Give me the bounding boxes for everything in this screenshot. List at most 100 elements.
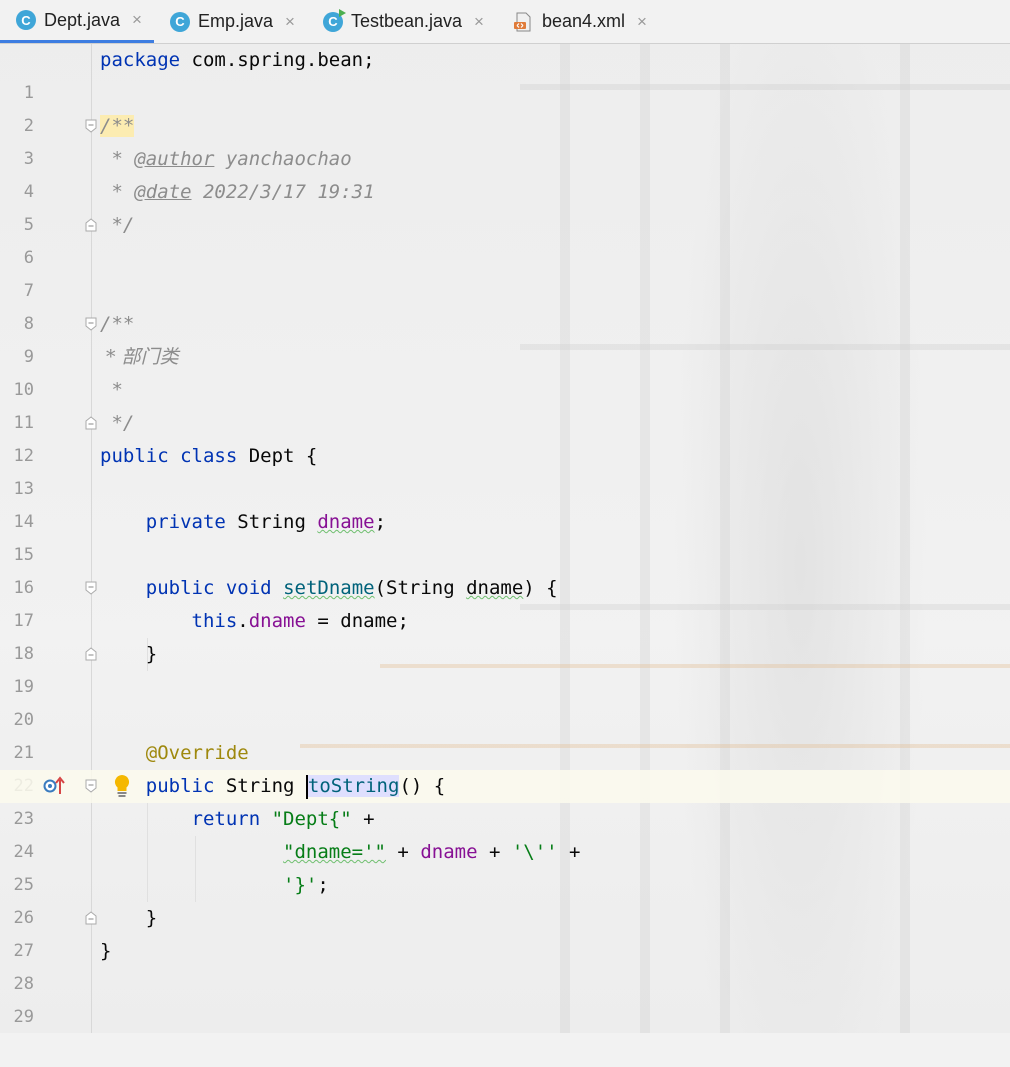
fold-end-icon[interactable] bbox=[85, 911, 97, 925]
annotation-override: @Override bbox=[145, 742, 249, 764]
concat-operator: + bbox=[557, 841, 581, 863]
field-dname[interactable]: dname bbox=[317, 511, 374, 533]
overrides-method-icon[interactable] bbox=[42, 775, 68, 797]
code-line[interactable]: 17 public void setDname(String dname) { bbox=[0, 572, 1010, 631]
concat-operator: + bbox=[351, 808, 375, 830]
code-line[interactable]: 25 "dname='" + dname + '\'' + bbox=[0, 836, 1010, 895]
fold-collapse-icon[interactable] bbox=[85, 581, 97, 595]
assignment: = dname; bbox=[305, 610, 409, 632]
javadoc-tag-author: @author bbox=[134, 148, 215, 170]
closing-brace: } bbox=[100, 907, 158, 929]
semicolon: ; bbox=[317, 874, 329, 896]
code-line[interactable]: 16 bbox=[0, 539, 1010, 598]
tab-testbean-java[interactable]: C Testbean.java × bbox=[307, 0, 496, 43]
code-line[interactable]: 10 * 部门类 bbox=[0, 341, 1010, 400]
tab-emp-java[interactable]: C Emp.java × bbox=[154, 0, 307, 43]
code-line[interactable]: 6 */ bbox=[0, 209, 1010, 268]
override-gutter-marker[interactable] bbox=[42, 775, 68, 797]
tab-label: Emp.java bbox=[197, 11, 274, 31]
code-line[interactable]: 12 */ bbox=[0, 407, 1010, 466]
close-icon[interactable]: × bbox=[285, 12, 295, 32]
code-line[interactable]: 3 /** bbox=[0, 110, 1010, 169]
code-line[interactable]: 9 /** bbox=[0, 308, 1010, 367]
method-tostring[interactable]: toString bbox=[307, 775, 400, 797]
code-line[interactable]: 13 public class Dept { bbox=[0, 440, 1010, 499]
keyword-public-class: public class bbox=[100, 445, 238, 467]
code-line[interactable]: 28 } bbox=[0, 935, 1010, 994]
tab-label: Dept.java bbox=[44, 9, 121, 30]
code-line[interactable]: 15 private String dname; bbox=[0, 506, 1010, 565]
char-literal: '\'' bbox=[511, 841, 558, 863]
code-line[interactable]: 18 this.dname = dname; bbox=[0, 605, 1010, 664]
concat-operator: + bbox=[477, 841, 512, 863]
code-line[interactable]: 4 * @author yanchaochao bbox=[0, 143, 1010, 202]
comment-line: * bbox=[100, 379, 123, 401]
fold-end-icon[interactable] bbox=[85, 218, 97, 232]
class-icon: C bbox=[16, 10, 36, 30]
code-line[interactable]: 1 package com.spring.bean; bbox=[0, 44, 1010, 103]
javadoc-open: /** bbox=[100, 115, 135, 137]
param-open: (String bbox=[374, 577, 467, 599]
code-line[interactable]: 7 bbox=[0, 242, 1010, 301]
runnable-class-icon: C bbox=[322, 8, 346, 32]
code-line[interactable]: 29 bbox=[0, 968, 1010, 1027]
close-icon[interactable]: × bbox=[474, 12, 484, 32]
code-line[interactable]: 26 '}'; bbox=[0, 869, 1010, 928]
code-line[interactable]: 8 bbox=[0, 275, 1010, 334]
class-declaration: Dept { bbox=[237, 445, 318, 467]
code-line[interactable]: 5 * @date 2022/3/17 19:31 bbox=[0, 176, 1010, 235]
package-name: com.spring.bean; bbox=[180, 49, 375, 71]
class-description-comment: * 部门类 bbox=[100, 346, 179, 368]
line-number: 29 bbox=[13, 1007, 34, 1027]
javadoc-close: */ bbox=[100, 214, 135, 236]
method-signature-end: () { bbox=[399, 775, 446, 797]
keyword-private: private bbox=[145, 511, 226, 533]
fold-end-icon[interactable] bbox=[85, 416, 97, 430]
type-string: String bbox=[214, 775, 306, 797]
code-line[interactable]: 22 @Override bbox=[0, 737, 1010, 796]
keyword-public-void: public void bbox=[145, 577, 272, 599]
tab-dept-java[interactable]: C Dept.java × bbox=[0, 0, 154, 43]
string-literal: "dname='" bbox=[283, 841, 386, 863]
code-line[interactable]: 11 * bbox=[0, 374, 1010, 433]
param-dname: dname bbox=[466, 577, 524, 599]
concat-operator: + bbox=[385, 841, 421, 863]
code-line[interactable]: 24 return "Dept{" + bbox=[0, 803, 1010, 862]
fold-collapse-icon[interactable] bbox=[85, 119, 97, 133]
type-string: String bbox=[225, 511, 318, 533]
close-icon[interactable]: × bbox=[637, 12, 647, 32]
closing-brace: } bbox=[100, 643, 158, 665]
method-setdname[interactable]: setDname bbox=[283, 577, 375, 599]
keyword-public: public bbox=[145, 775, 215, 797]
code-line[interactable]: 21 bbox=[0, 704, 1010, 763]
code-line[interactable]: 2 bbox=[0, 77, 1010, 136]
keyword-return: return bbox=[191, 808, 261, 830]
semicolon: ; bbox=[374, 511, 387, 533]
closing-brace: } bbox=[100, 940, 112, 962]
comment-prefix: * bbox=[100, 148, 135, 170]
fold-collapse-icon[interactable] bbox=[85, 317, 97, 331]
javadoc-tag-date: @date bbox=[134, 181, 192, 203]
code-line[interactable]: 14 bbox=[0, 473, 1010, 532]
tab-label: Testbean.java bbox=[350, 11, 463, 31]
fold-collapse-icon[interactable] bbox=[85, 779, 97, 793]
code-editor[interactable]: 1 package com.spring.bean; 2 3 /** 4 * @… bbox=[0, 44, 1010, 1033]
code-line[interactable]: 27 } bbox=[0, 902, 1010, 961]
author-value: yanchaochao bbox=[214, 148, 352, 170]
close-icon[interactable]: × bbox=[132, 10, 142, 30]
tab-bean4-xml[interactable]: bean4.xml × bbox=[496, 0, 659, 43]
fold-end-icon[interactable] bbox=[85, 647, 97, 661]
editor-tab-bar: C Dept.java × C Emp.java × C Testbean.ja… bbox=[0, 0, 1010, 44]
code-line[interactable]: 19 } bbox=[0, 638, 1010, 697]
code-line-current[interactable]: 23 public String toString() { bbox=[0, 770, 1010, 829]
xml-icon bbox=[512, 11, 534, 33]
code-line[interactable]: 20 bbox=[0, 671, 1010, 730]
